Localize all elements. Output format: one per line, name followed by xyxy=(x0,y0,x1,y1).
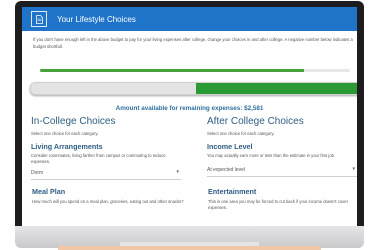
app-screen: Your Lifestyle Choices If you don't have… xyxy=(22,7,357,226)
entertainment-desc: This is one area you may be forced to cu… xyxy=(208,199,348,210)
monitor-stand-base xyxy=(58,246,321,250)
living-arrangements-value: Dorm xyxy=(31,170,44,176)
income-level-value: At expected level xyxy=(207,167,246,173)
in-college-subtext: Select one choice for each category. xyxy=(31,131,99,136)
after-college-heading: After College Choices xyxy=(207,116,304,127)
monitor-frame: Your Lifestyle Choices If you don't have… xyxy=(15,1,364,233)
document-icon xyxy=(31,11,47,27)
chevron-down-icon: ▾ xyxy=(352,166,355,172)
entertainment-title: Entertainment xyxy=(208,187,257,196)
living-arrangements-select[interactable]: Dorm ▾ xyxy=(31,169,181,180)
in-college-heading: In-College Choices xyxy=(31,116,116,127)
in-college-column: In-College Choices Select one choice for… xyxy=(31,116,181,180)
budget-progress-bar-small xyxy=(40,69,350,72)
entertainment-section: Entertainment This is one area you may b… xyxy=(208,187,357,211)
budget-progress-bar xyxy=(30,82,357,95)
budget-progress-fill xyxy=(196,83,357,94)
income-level-desc: You may actually earn more or less than … xyxy=(207,153,336,158)
meal-plan-section: Meal Plan How much will you spend on a m… xyxy=(32,187,192,205)
budget-progress-fill-small xyxy=(40,69,304,72)
income-level-select[interactable]: At expected level ▾ xyxy=(207,166,357,177)
income-level-title: Income Level xyxy=(207,142,253,151)
living-arrangements-title: Living Arrangements xyxy=(31,142,103,151)
page-title: Your Lifestyle Choices xyxy=(57,14,136,24)
page-header: Your Lifestyle Choices xyxy=(22,7,357,31)
after-college-subtext: Select one choice for each category. xyxy=(207,131,275,136)
living-arrangements-desc: Consider roommates, living farther from … xyxy=(31,153,166,164)
after-college-column: After College Choices Select one choice … xyxy=(207,116,357,177)
chevron-down-icon: ▾ xyxy=(176,169,179,175)
meal-plan-desc: How much will you spend on a meal plan, … xyxy=(32,199,184,204)
amount-available: Amount available for remaining expenses:… xyxy=(115,105,264,112)
intro-text: If you don't have enough left in the abo… xyxy=(33,37,353,49)
meal-plan-title: Meal Plan xyxy=(32,187,66,196)
